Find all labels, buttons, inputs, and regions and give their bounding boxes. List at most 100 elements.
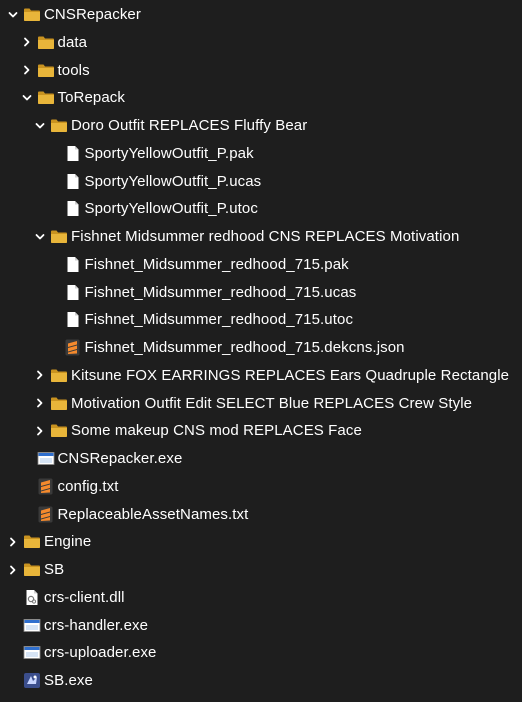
application-icon: [37, 450, 55, 468]
tree-item-label: Motivation Outfit Edit SELECT Blue REPLA…: [71, 394, 473, 412]
folder-icon: [23, 533, 41, 551]
sublime-text-file-icon: [64, 339, 82, 357]
file-item-fishnet-midsummer-redhood-715-ucas[interactable]: Fishnet_Midsummer_redhood_715.ucas: [0, 279, 356, 306]
tree-item-label: SportyYellowOutfit_P.utoc: [84, 200, 258, 218]
file-item-sportyyellowoutfit-p-pak[interactable]: SportyYellowOutfit_P.pak: [0, 140, 254, 167]
tree-item-label: crs-client.dll: [44, 588, 125, 606]
file-icon: [64, 200, 82, 218]
tree-item-label: config.txt: [57, 477, 119, 495]
folder-item-some-makeup-cns-mod-replaces-face[interactable]: Some makeup CNS mod REPLACES Face: [0, 417, 362, 444]
tree-item-label: SB.exe: [44, 672, 93, 689]
folder-icon: [50, 422, 68, 440]
tree-item-label: Doro Outfit REPLACES Fluffy Bear: [71, 117, 308, 134]
dll-file-icon: [23, 588, 41, 606]
chevron-right-icon[interactable]: [34, 397, 46, 409]
tree-item-label: ToRepack: [57, 89, 126, 107]
folder-icon: [50, 366, 68, 384]
tree-item-label: Kitsune FOX EARRINGS REPLACES Ears Quadr…: [71, 366, 510, 384]
sb-application-icon: [23, 672, 41, 690]
tree-item-label: data: [57, 33, 88, 51]
folder-icon: [23, 561, 41, 579]
chevron-right-icon[interactable]: [34, 369, 46, 381]
file-item-sb-exe[interactable]: SB.exe: [0, 667, 93, 694]
tree-item-label: tools: [57, 61, 90, 79]
file-item-sportyyellowoutfit-p-utoc[interactable]: SportyYellowOutfit_P.utoc: [0, 195, 258, 222]
chevron-right-icon[interactable]: [34, 425, 46, 437]
folder-item-data[interactable]: data: [0, 29, 87, 56]
chevron-down-icon[interactable]: [21, 92, 33, 104]
tree-item-label: crs-handler.exe: [44, 616, 149, 634]
file-icon: [64, 255, 82, 273]
folder-item-kitsune-fox-earrings-replaces-ears-quadruple-rectangle[interactable]: Kitsune FOX EARRINGS REPLACES Ears Quadr…: [0, 362, 509, 389]
file-item-replaceableassetnames-txt[interactable]: ReplaceableAssetNames.txt: [0, 501, 248, 528]
folder-icon: [37, 33, 55, 51]
file-item-fishnet-midsummer-redhood-715-utoc[interactable]: Fishnet_Midsummer_redhood_715.utoc: [0, 306, 353, 333]
folder-item-engine[interactable]: Engine: [0, 528, 91, 555]
file-item-sportyyellowoutfit-p-ucas[interactable]: SportyYellowOutfit_P.ucas: [0, 168, 261, 195]
tree-item-label: ReplaceableAssetNames.txt: [57, 505, 249, 523]
application-icon: [23, 644, 41, 662]
chevron-right-icon[interactable]: [7, 564, 19, 576]
chevron-down-icon[interactable]: [34, 120, 46, 132]
folder-item-motivation-outfit-edit-select-blue-replaces-crew-style[interactable]: Motivation Outfit Edit SELECT Blue REPLA…: [0, 390, 472, 417]
tree-item-label: Fishnet_Midsummer_redhood_715.pak: [84, 255, 349, 273]
tree-item-label: Fishnet_Midsummer_redhood_715.dekcns.jso…: [84, 339, 405, 356]
file-item-cnsrepacker-exe[interactable]: CNSRepacker.exe: [0, 445, 182, 472]
tree-item-label: Engine: [44, 533, 92, 551]
tree-item-label: SportyYellowOutfit_P.ucas: [84, 172, 262, 190]
chevron-down-icon[interactable]: [7, 9, 19, 21]
folder-item-fishnet-midsummer-redhood-cns-replaces-motivation[interactable]: Fishnet Midsummer redhood CNS REPLACES M…: [0, 223, 459, 250]
application-icon: [23, 616, 41, 634]
tree-item-label: CNSRepacker.exe: [57, 450, 183, 467]
chevron-right-icon[interactable]: [21, 64, 33, 76]
file-item-fishnet-midsummer-redhood-715-dekcns-json[interactable]: Fishnet_Midsummer_redhood_715.dekcns.jso…: [0, 334, 405, 361]
file-item-crs-uploader-exe[interactable]: crs-uploader.exe: [0, 639, 157, 666]
folder-icon: [37, 89, 55, 107]
folder-item-doro-outfit-replaces-fluffy-bear[interactable]: Doro Outfit REPLACES Fluffy Bear: [0, 112, 307, 139]
folder-icon: [50, 228, 68, 246]
chevron-down-icon[interactable]: [34, 231, 46, 243]
file-icon: [64, 172, 82, 190]
chevron-right-icon[interactable]: [21, 36, 33, 48]
folder-icon: [37, 61, 55, 79]
file-explorer-tree: CNSRepacker data tools ToRepack Doro Outfit …: [0, 0, 522, 702]
folder-icon: [50, 394, 68, 412]
sublime-text-file-icon: [37, 505, 55, 523]
folder-item-torepack[interactable]: ToRepack: [0, 84, 125, 111]
tree-item-label: Some makeup CNS mod REPLACES Face: [71, 422, 362, 440]
tree-item-label: SportyYellowOutfit_P.pak: [84, 144, 254, 162]
file-icon: [64, 283, 82, 301]
folder-item-sb[interactable]: SB: [0, 556, 64, 583]
tree-item-label: Fishnet_Midsummer_redhood_715.ucas: [84, 283, 357, 301]
folder-item-tools[interactable]: tools: [0, 57, 90, 84]
folder-icon: [23, 6, 41, 24]
folder-item-cnsrepacker[interactable]: CNSRepacker: [0, 1, 141, 28]
tree-item-label: Fishnet Midsummer redhood CNS REPLACES M…: [71, 228, 460, 245]
tree-item-label: Fishnet_Midsummer_redhood_715.utoc: [84, 311, 354, 329]
file-item-fishnet-midsummer-redhood-715-pak[interactable]: Fishnet_Midsummer_redhood_715.pak: [0, 251, 349, 278]
chevron-right-icon[interactable]: [7, 536, 19, 548]
file-icon: [64, 144, 82, 162]
tree-item-label: crs-uploader.exe: [44, 644, 157, 662]
tree-item-label: CNSRepacker: [44, 6, 141, 23]
file-item-crs-client-dll[interactable]: crs-client.dll: [0, 584, 125, 611]
file-item-config-txt[interactable]: config.txt: [0, 473, 119, 500]
folder-icon: [50, 117, 68, 135]
sublime-text-file-icon: [37, 477, 55, 495]
file-item-crs-handler-exe[interactable]: crs-handler.exe: [0, 612, 148, 639]
file-icon: [64, 311, 82, 329]
